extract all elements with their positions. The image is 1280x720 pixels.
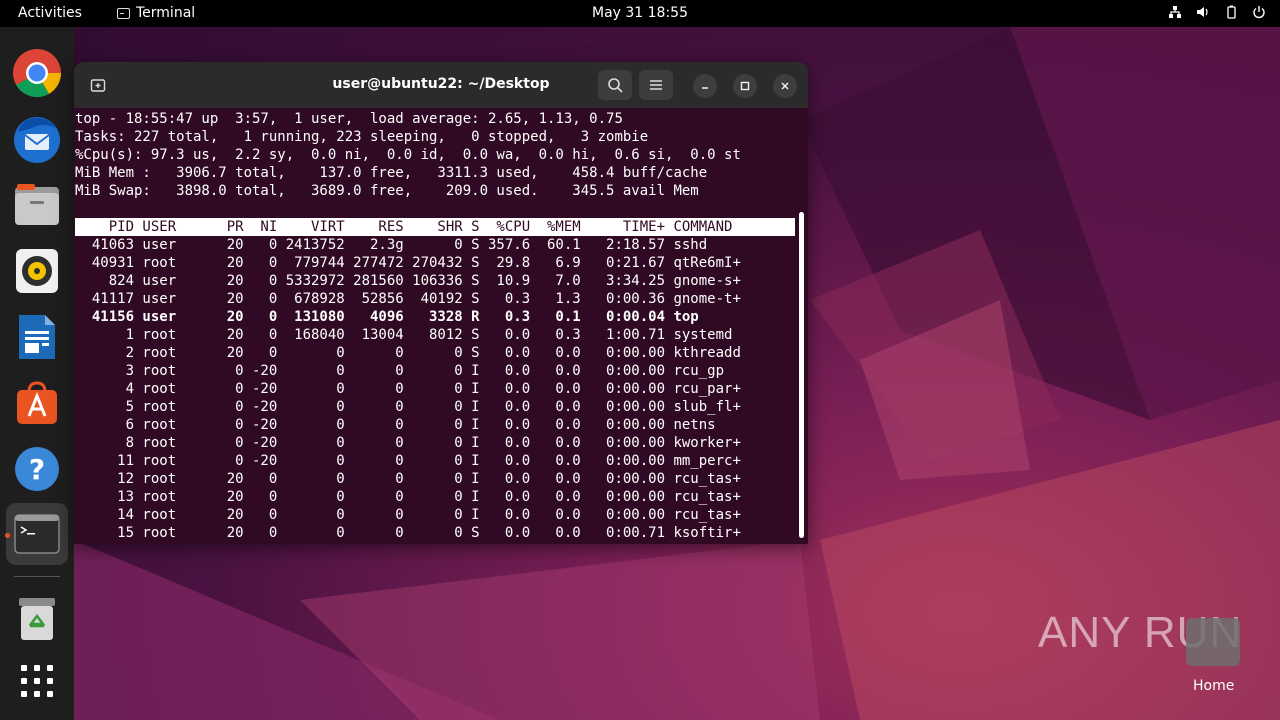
process-row: 5 root 0 -20 0 0 0 I 0.0 0.0 0:00.00 slu… xyxy=(75,399,741,415)
dock-rhythmbox[interactable] xyxy=(11,245,63,297)
trash-icon xyxy=(19,598,55,640)
dock-terminal[interactable] xyxy=(6,503,68,565)
rhythmbox-icon xyxy=(16,249,58,293)
process-row: 41063 user 20 0 2413752 2.3g 0 S 357.6 6… xyxy=(75,237,708,253)
scrollbar[interactable] xyxy=(799,212,804,538)
hamburger-icon xyxy=(650,80,662,90)
minimize-icon xyxy=(702,87,708,89)
home-folder-label[interactable]: Home xyxy=(1193,678,1234,694)
home-folder-icon[interactable] xyxy=(1186,618,1240,666)
dock-app-center[interactable] xyxy=(11,377,63,429)
menu-button[interactable] xyxy=(639,70,673,100)
close-button[interactable] xyxy=(773,74,797,98)
maximize-button[interactable] xyxy=(733,74,757,98)
dock-chrome[interactable] xyxy=(11,47,63,99)
terminal-window[interactable]: user@ubuntu22: ~/Desktop top - 18:55:47 … xyxy=(74,62,808,544)
maximize-icon xyxy=(740,81,750,91)
top-summary-line: top - 18:55:47 up 3:57, 1 user, load ave… xyxy=(75,111,623,127)
dock-files[interactable] xyxy=(11,179,63,231)
app-menu-label: Terminal xyxy=(136,5,196,21)
svg-text:?: ? xyxy=(29,453,45,486)
process-row: 11 root 0 -20 0 0 0 I 0.0 0.0 0:00.00 mm… xyxy=(75,453,741,469)
show-apps-button[interactable] xyxy=(11,655,63,707)
title-bar[interactable]: user@ubuntu22: ~/Desktop xyxy=(74,62,808,108)
process-row: 15 root 20 0 0 0 0 S 0.0 0.0 0:00.71 kso… xyxy=(75,525,741,541)
thunderbird-icon xyxy=(14,117,60,163)
process-row: 2 root 20 0 0 0 0 S 0.0 0.0 0:00.00 kthr… xyxy=(75,345,741,361)
running-indicator xyxy=(5,533,10,538)
process-row: 6 root 0 -20 0 0 0 I 0.0 0.0 0:00.00 net… xyxy=(75,417,716,433)
app-menu[interactable]: Terminal xyxy=(117,5,195,21)
minimize-button[interactable] xyxy=(693,74,717,98)
power-icon xyxy=(1253,6,1265,19)
close-icon xyxy=(781,82,789,90)
search-button[interactable] xyxy=(598,70,632,100)
datetime-label[interactable]: May 31 18:55 xyxy=(592,5,688,21)
grid-icon xyxy=(21,665,53,697)
writer-icon xyxy=(19,315,55,359)
system-tray[interactable] xyxy=(1168,5,1266,19)
process-row: 14 root 20 0 0 0 0 I 0.0 0.0 0:00.00 rcu… xyxy=(75,507,741,523)
dock-thunderbird[interactable] xyxy=(11,113,63,165)
new-tab-icon xyxy=(90,79,106,92)
process-row: 3 root 0 -20 0 0 0 I 0.0 0.0 0:00.00 rcu… xyxy=(75,363,725,379)
app-center-icon xyxy=(17,381,57,424)
dock-trash[interactable] xyxy=(11,593,63,645)
files-icon xyxy=(15,184,59,225)
process-row: 13 root 20 0 0 0 0 I 0.0 0.0 0:00.00 rcu… xyxy=(75,489,741,505)
top-summary-line: Tasks: 227 total, 1 running, 223 sleepin… xyxy=(75,129,649,145)
dock-writer[interactable] xyxy=(11,311,63,363)
process-row-highlighted: 41156 user 20 0 131080 4096 3328 R 0.3 0… xyxy=(75,309,699,325)
top-summary-line: MiB Mem : 3906.7 total, 137.0 free, 3311… xyxy=(75,165,708,181)
dock: ? xyxy=(0,27,74,720)
terminal-content[interactable]: top - 18:55:47 up 3:57, 1 user, load ave… xyxy=(75,110,795,544)
chrome-icon xyxy=(13,49,62,98)
search-icon xyxy=(608,78,623,93)
help-icon: ? xyxy=(15,447,59,491)
process-row: 12 root 20 0 0 0 0 I 0.0 0.0 0:00.00 rcu… xyxy=(75,471,741,487)
terminal-app-icon xyxy=(117,7,130,19)
process-row: 41117 user 20 0 678928 52856 40192 S 0.3… xyxy=(75,291,741,307)
process-table-header: PID USER PR NI VIRT RES SHR S %CPU %MEM … xyxy=(75,218,795,236)
volume-icon xyxy=(1197,7,1208,17)
network-icon xyxy=(1169,6,1181,18)
process-row: 1 root 20 0 168040 13004 8012 S 0.0 0.3 … xyxy=(75,327,733,343)
activities-button[interactable]: Activities xyxy=(18,5,82,21)
dock-help[interactable]: ? xyxy=(11,443,63,495)
new-tab-button[interactable] xyxy=(84,70,112,100)
terminal-icon xyxy=(14,514,60,554)
top-summary-line: MiB Swap: 3898.0 total, 3689.0 free, 209… xyxy=(75,183,699,199)
process-row: 4 root 0 -20 0 0 0 I 0.0 0.0 0:00.00 rcu… xyxy=(75,381,741,397)
battery-icon xyxy=(1227,5,1236,19)
dock-separator xyxy=(14,576,60,577)
process-row: 40931 root 20 0 779744 277472 270432 S 2… xyxy=(75,255,741,271)
top-bar: Activities Terminal May 31 18:55 xyxy=(0,0,1280,27)
process-row: 8 root 0 -20 0 0 0 I 0.0 0.0 0:00.00 kwo… xyxy=(75,435,741,451)
top-summary-line: %Cpu(s): 97.3 us, 2.2 sy, 0.0 ni, 0.0 id… xyxy=(75,147,741,163)
process-row: 824 user 20 0 5332972 281560 106336 S 10… xyxy=(75,273,741,289)
